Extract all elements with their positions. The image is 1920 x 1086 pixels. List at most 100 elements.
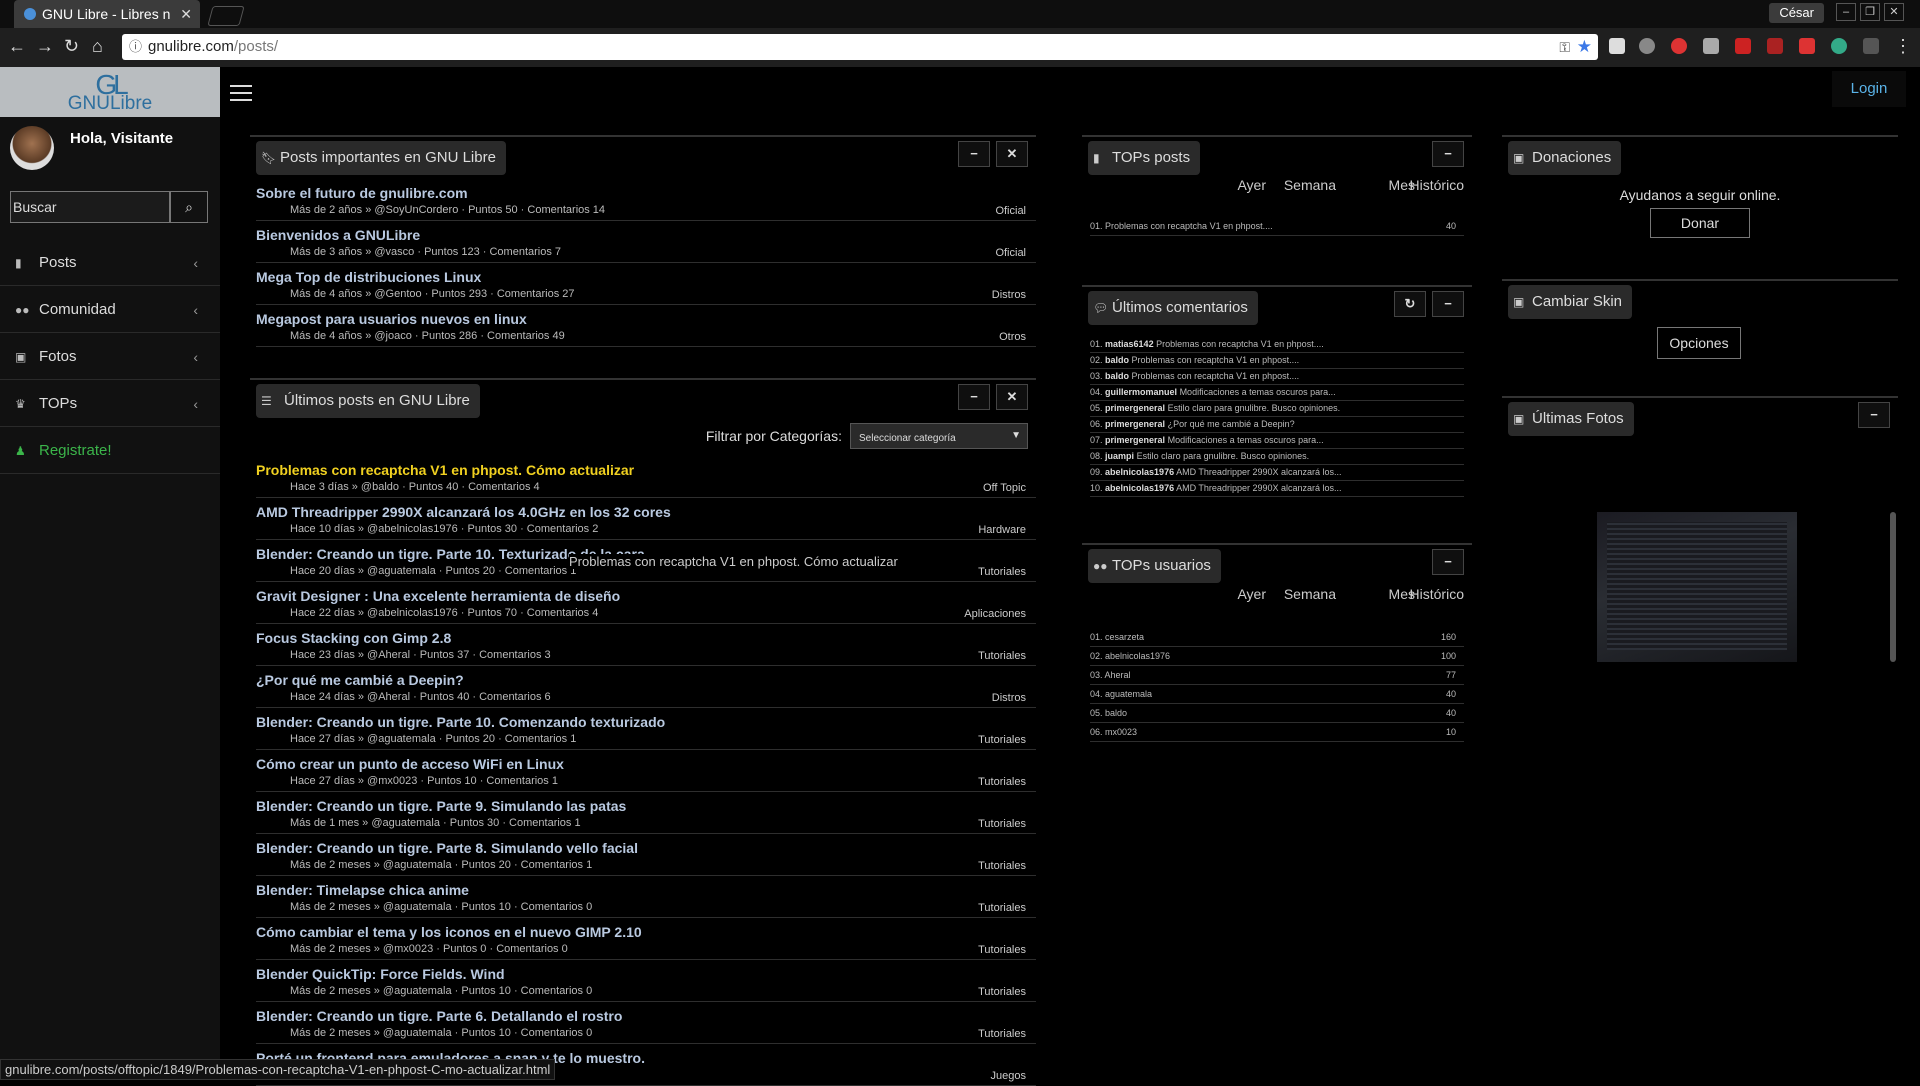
latest-photo[interactable] — [1597, 512, 1797, 662]
comment-user[interactable]: abelnicolas1976 — [1105, 467, 1174, 477]
post-title-link[interactable]: Focus Stacking con Gimp 2.8 — [256, 630, 451, 646]
profile-button[interactable]: César — [1769, 3, 1824, 23]
collapse-button[interactable]: − — [1858, 402, 1890, 428]
post-category-link[interactable]: Tutoriales — [978, 860, 1026, 872]
post-title-link[interactable]: Cómo cambiar el tema y los iconos en el … — [256, 924, 642, 940]
post-category-link[interactable]: Tutoriales — [978, 902, 1026, 914]
reload-icon[interactable]: ↻ — [64, 36, 79, 56]
extension-icon[interactable] — [1735, 38, 1751, 54]
comment-user[interactable]: primergeneral — [1105, 435, 1165, 445]
post-category-link[interactable]: Tutoriales — [978, 776, 1026, 788]
period-tab-histórico[interactable]: Histórico — [1410, 177, 1464, 193]
sidebar-item-register[interactable]: ♟ Registrate! — [0, 428, 220, 474]
back-icon[interactable]: ← — [8, 36, 26, 56]
extension-icon[interactable] — [1639, 38, 1655, 54]
post-title-link[interactable]: Blender QuickTip: Force Fields. Wind — [256, 966, 505, 982]
post-category-link[interactable]: Tutoriales — [978, 650, 1026, 662]
post-category-link[interactable]: Off Topic — [983, 482, 1026, 494]
window-close-icon[interactable]: ✕ — [1884, 3, 1904, 21]
ranking-label[interactable]: 03. Aheral — [1090, 670, 1131, 680]
post-title-link[interactable]: AMD Threadripper 2990X alcanzará los 4.0… — [256, 504, 671, 520]
post-title-link[interactable]: ¿Por qué me cambié a Deepin? — [256, 672, 464, 688]
comment-link[interactable]: Modificaciones a temas oscuros para... — [1180, 387, 1336, 397]
post-title-link[interactable]: Blender: Creando un tigre. Parte 8. Simu… — [256, 840, 638, 856]
sidebar-item-tops[interactable]: ♛ TOPs ‹ — [0, 381, 220, 427]
extension-icon[interactable] — [1799, 38, 1815, 54]
post-title-link[interactable]: Megapost para usuarios nuevos en linux — [256, 311, 527, 327]
comment-user[interactable]: primergeneral — [1105, 419, 1165, 429]
donate-button[interactable]: Donar — [1650, 208, 1750, 238]
post-category-link[interactable]: Tutoriales — [978, 818, 1026, 830]
period-tab-ayer[interactable]: Ayer — [1237, 586, 1266, 602]
post-title-link[interactable]: Problemas con recaptcha V1 en phpost. Có… — [256, 462, 634, 478]
photo-scrollbar[interactable] — [1890, 512, 1896, 662]
address-bar[interactable]: ⓘ gnulibre.com/posts/ ⚿ ★ — [122, 34, 1598, 60]
comment-user[interactable]: matias6142 — [1105, 339, 1154, 349]
search-icon[interactable]: ⌕ — [170, 191, 208, 223]
period-tab-semana[interactable]: Semana — [1284, 177, 1336, 193]
comment-link[interactable]: AMD Threadripper 2990X alcanzará los... — [1176, 467, 1341, 477]
bookmark-star-icon[interactable]: ★ — [1577, 34, 1592, 60]
hamburger-menu-icon[interactable] — [230, 85, 252, 101]
ranking-label[interactable]: 02. abelnicolas1976 — [1090, 651, 1170, 661]
ranking-label[interactable]: 01. Problemas con recaptcha V1 en phpost… — [1090, 221, 1273, 231]
restore-icon[interactable]: ❐ — [1860, 3, 1880, 21]
close-panel-button[interactable]: ✕ — [996, 141, 1028, 167]
sidebar-item-fotos[interactable]: ▣ Fotos ‹ — [0, 334, 220, 380]
post-category-link[interactable]: Tutoriales — [978, 944, 1026, 956]
ranking-label[interactable]: 05. baldo — [1090, 708, 1127, 718]
extension-icon[interactable] — [1609, 38, 1625, 54]
extension-icon[interactable] — [1831, 38, 1847, 54]
post-category-link[interactable]: Oficial — [995, 247, 1026, 259]
comment-user[interactable]: juampi — [1105, 451, 1134, 461]
post-category-link[interactable]: Aplicaciones — [964, 608, 1026, 620]
post-category-link[interactable]: Tutoriales — [978, 1028, 1026, 1040]
comment-user[interactable]: abelnicolas1976 — [1105, 483, 1174, 493]
key-icon[interactable]: ⚿ — [1559, 34, 1570, 60]
collapse-button[interactable]: − — [1432, 141, 1464, 167]
info-icon[interactable]: ⓘ — [129, 34, 142, 60]
post-title-link[interactable]: Blender: Creando un tigre. Parte 10. Com… — [256, 714, 665, 730]
forward-icon[interactable]: → — [36, 36, 54, 56]
new-tab-button[interactable] — [207, 6, 245, 26]
site-logo[interactable]: GL GNULibre — [0, 67, 220, 117]
post-title-link[interactable]: Gravit Designer : Una excelente herramie… — [256, 588, 620, 604]
minimize-icon[interactable]: – — [1836, 3, 1856, 21]
ranking-label[interactable]: 04. aguatemala — [1090, 689, 1152, 699]
comment-user[interactable]: baldo — [1105, 355, 1129, 365]
post-title-link[interactable]: Blender: Creando un tigre. Parte 9. Simu… — [256, 798, 626, 814]
post-category-link[interactable]: Tutoriales — [978, 986, 1026, 998]
ranking-label[interactable]: 06. mx0023 — [1090, 727, 1137, 737]
period-tab-histórico[interactable]: Histórico — [1410, 586, 1464, 602]
browser-tab[interactable]: GNU Libre - Libres n ✕ — [14, 0, 200, 28]
comment-link[interactable]: Estilo claro para gnulibre. Busco opinio… — [1168, 403, 1341, 413]
close-tab-icon[interactable]: ✕ — [180, 0, 192, 28]
post-category-link[interactable]: Distros — [992, 289, 1026, 301]
post-title-link[interactable]: Blender: Creando un tigre. Parte 6. Deta… — [256, 1008, 622, 1024]
post-category-link[interactable]: Otros — [999, 331, 1026, 343]
comment-link[interactable]: Problemas con recaptcha V1 en phpost.... — [1132, 371, 1300, 381]
login-button[interactable]: Login — [1832, 71, 1906, 107]
category-select[interactable]: Seleccionar categoría ▼ — [850, 423, 1028, 449]
post-category-link[interactable]: Tutoriales — [978, 734, 1026, 746]
post-category-link[interactable]: Oficial — [995, 205, 1026, 217]
extension-icon[interactable] — [1767, 38, 1783, 54]
post-category-link[interactable]: Juegos — [991, 1070, 1026, 1082]
collapse-button[interactable]: − — [958, 141, 990, 167]
collapse-button[interactable]: − — [958, 384, 990, 410]
post-title-link[interactable]: Cómo crear un punto de acceso WiFi en Li… — [256, 756, 564, 772]
period-tab-semana[interactable]: Semana — [1284, 586, 1336, 602]
close-panel-button[interactable]: ✕ — [996, 384, 1028, 410]
refresh-button[interactable]: ↻ — [1394, 291, 1426, 317]
extension-icon[interactable] — [1703, 38, 1719, 54]
sidebar-item-posts[interactable]: ▮ Posts ‹ — [0, 240, 220, 286]
menu-dots-icon[interactable]: ⋮ — [1894, 36, 1912, 56]
skin-options-button[interactable]: Opciones — [1657, 327, 1741, 359]
post-title-link[interactable]: Blender: Timelapse chica anime — [256, 882, 469, 898]
comment-link[interactable]: Problemas con recaptcha V1 en phpost.... — [1132, 355, 1300, 365]
period-tab-ayer[interactable]: Ayer — [1237, 177, 1266, 193]
post-title-link[interactable]: Sobre el futuro de gnulibre.com — [256, 185, 468, 201]
post-category-link[interactable]: Hardware — [978, 524, 1026, 536]
post-title-link[interactable]: Bienvenidos a GNULibre — [256, 227, 420, 243]
comment-link[interactable]: Problemas con recaptcha V1 en phpost.... — [1156, 339, 1324, 349]
